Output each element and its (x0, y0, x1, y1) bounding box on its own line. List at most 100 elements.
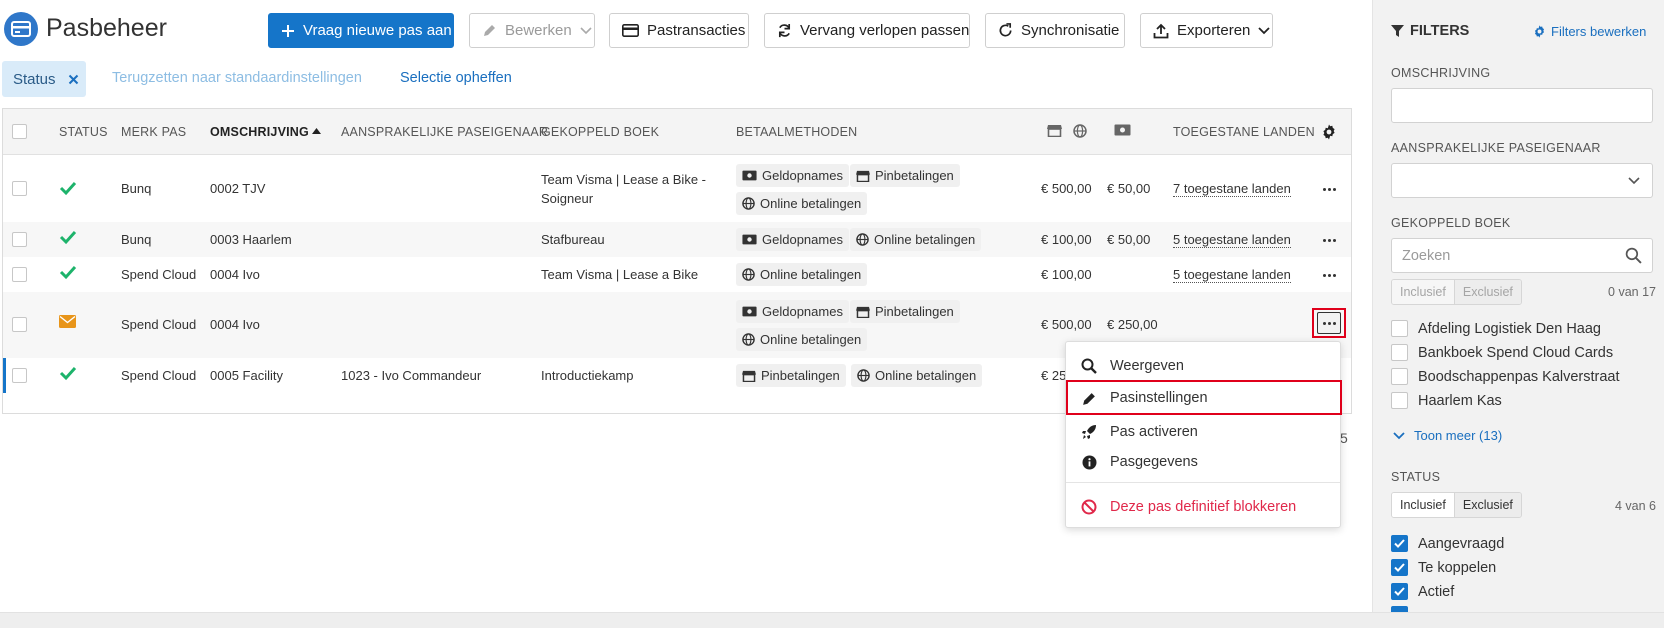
book-option-checkbox[interactable] (1391, 344, 1408, 361)
method-tag: Pinbetalingen (736, 364, 846, 387)
status-option-checkbox[interactable] (1391, 535, 1408, 552)
menu-item-label: Weergeven (1110, 357, 1184, 374)
book-exclusive-option[interactable]: Exclusief (1453, 280, 1521, 304)
book-cell: Team Visma | Lease a Bike (541, 267, 699, 282)
book-option-checkbox[interactable] (1391, 320, 1408, 337)
globe-icon (857, 369, 870, 382)
menu-item-block-card[interactable]: Deze pas definitief blokkeren (1066, 491, 1342, 522)
status-inclusive-option[interactable]: Inclusief (1392, 493, 1454, 517)
transactions-button[interactable]: Pastransacties (609, 13, 749, 48)
chevron-down-icon (1628, 177, 1640, 185)
status-option[interactable]: Aangevraagd (1391, 535, 1504, 552)
table-row[interactable]: Bunq 0002 TJV Team Visma | Lease a Bike … (3, 156, 1351, 222)
status-option-checkbox[interactable] (1391, 559, 1408, 576)
method-label: Geldopnames (762, 168, 843, 183)
status-option[interactable]: Actief (1391, 583, 1454, 600)
chevron-down-icon (1393, 431, 1405, 440)
row-checkbox[interactable] (12, 232, 27, 247)
book-cell: Team Visma | Lease a Bike - Soigneur (541, 172, 706, 206)
cash-icon (742, 170, 757, 181)
column-book[interactable]: GEKOPPELD BOEK (541, 125, 659, 139)
column-owner[interactable]: AANSPRAKELIJKE PASEIGENAAR (341, 125, 548, 139)
book-option[interactable]: Haarlem Kas (1391, 392, 1502, 409)
description-filter-input[interactable] (1391, 88, 1653, 123)
column-countries[interactable]: TOEGESTANE LANDEN (1173, 125, 1315, 139)
book-option[interactable]: Boodschappenpas Kalverstraat (1391, 368, 1620, 385)
main-panel: Pasbeheer Vraag nieuwe pas aan Bewerken … (0, 0, 1372, 612)
book-count: 0 van 17 (1608, 285, 1656, 299)
column-description[interactable]: OMSCHRIJVING (210, 125, 309, 139)
book-cell: Introductiekamp (541, 368, 634, 383)
new-card-button[interactable]: Vraag nieuwe pas aan (268, 13, 454, 48)
upload-icon (1153, 23, 1169, 39)
edit-filters-link[interactable]: Filters bewerken (1533, 24, 1646, 39)
status-count: 4 van 6 (1614, 499, 1656, 513)
countries-link[interactable]: 5 toegestane landen (1173, 232, 1291, 248)
countries-link[interactable]: 7 toegestane landen (1173, 181, 1291, 197)
status-chip-label: Status (13, 70, 56, 88)
row-more-icon[interactable] (1319, 269, 1339, 281)
row-checkbox[interactable] (12, 267, 27, 282)
owner-filter-select[interactable] (1391, 163, 1653, 198)
row-checkbox[interactable] (12, 181, 27, 196)
book-inclusive-option[interactable]: Inclusief (1392, 280, 1454, 304)
menu-item-card-settings[interactable]: Pasinstellingen (1066, 380, 1342, 415)
status-filter-chip[interactable]: Status (2, 61, 86, 97)
book-option-checkbox[interactable] (1391, 368, 1408, 385)
edit-button[interactable]: Bewerken (469, 13, 595, 48)
status-exclusive-option[interactable]: Exclusief (1453, 493, 1521, 517)
export-button[interactable]: Exporteren (1140, 13, 1273, 48)
countries-link[interactable]: 5 toegestane landen (1173, 267, 1291, 283)
status-option[interactable]: Te koppelen (1391, 559, 1496, 576)
row-more-button-highlighted[interactable] (1312, 308, 1346, 338)
status-option-checkbox[interactable] (1391, 583, 1408, 600)
table-row[interactable]: Spend Cloud 0004 Ivo Team Visma | Lease … (3, 257, 1351, 292)
show-more-link[interactable]: Toon meer (13) (1393, 428, 1502, 443)
select-all-checkbox[interactable] (12, 124, 27, 139)
brand-cell: Bunq (121, 181, 152, 196)
column-payment-methods[interactable]: BETAALMETHODEN (736, 125, 857, 139)
method-tag: Pinbetalingen (850, 300, 960, 323)
clear-selection-link[interactable]: Selectie opheffen (400, 70, 512, 86)
method-tag: Geldopnames (736, 164, 849, 187)
row-checkbox[interactable] (12, 368, 27, 383)
gear-icon[interactable] (1321, 124, 1337, 140)
method-tag: Online betalingen (736, 328, 868, 351)
menu-item-activate[interactable]: Pas activeren (1066, 416, 1342, 447)
credit-card-icon (622, 24, 639, 37)
limit-b-cell: € 250,00 (1107, 317, 1158, 332)
envelope-status-icon (59, 315, 76, 328)
row-more-icon[interactable] (1319, 234, 1339, 246)
book-search-input[interactable]: Zoeken (1391, 238, 1653, 273)
filter-icon (1391, 25, 1404, 37)
column-status[interactable]: STATUS (59, 125, 108, 139)
book-option-checkbox[interactable] (1391, 392, 1408, 409)
close-icon[interactable] (68, 74, 79, 85)
horizontal-scrollbar[interactable] (0, 612, 1664, 628)
status-filter-label: STATUS (1391, 470, 1441, 484)
check-status-icon (59, 265, 77, 280)
row-more-icon[interactable] (1319, 183, 1339, 195)
sync-button[interactable]: Synchronisatie (985, 13, 1125, 48)
menu-item-details[interactable]: Pasgegevens (1066, 446, 1342, 477)
book-inclusion-toggle[interactable]: Inclusief Exclusief (1391, 279, 1522, 305)
book-option[interactable]: Bankboek Spend Cloud Cards (1391, 344, 1613, 361)
row-checkbox[interactable] (12, 317, 27, 332)
sort-asc-icon[interactable] (312, 128, 321, 134)
search-icon[interactable] (1625, 247, 1642, 264)
column-brand[interactable]: MERK PAS (121, 125, 186, 139)
globe-icon (742, 197, 755, 210)
reset-defaults-link[interactable]: Terugzetten naar standaardinstellingen (112, 70, 362, 86)
chevron-down-icon (1258, 26, 1271, 35)
filters-panel: FILTERS Filters bewerken OMSCHRIJVING AA… (1372, 0, 1664, 612)
status-inclusion-toggle[interactable]: Inclusief Exclusief (1391, 492, 1522, 518)
menu-item-view[interactable]: Weergeven (1066, 350, 1342, 381)
brand-cell: Spend Cloud (121, 317, 197, 332)
page-title: Pasbeheer (46, 14, 167, 42)
book-option[interactable]: Afdeling Logistiek Den Haag (1391, 320, 1601, 337)
store-icon (742, 370, 756, 382)
globe-icon (742, 333, 755, 346)
row-more-icon[interactable] (1317, 312, 1341, 334)
replace-expired-button[interactable]: Vervang verlopen passen (764, 13, 970, 48)
table-row[interactable]: Bunq 0003 Haarlem Stafbureau Geldopnames… (3, 222, 1351, 257)
